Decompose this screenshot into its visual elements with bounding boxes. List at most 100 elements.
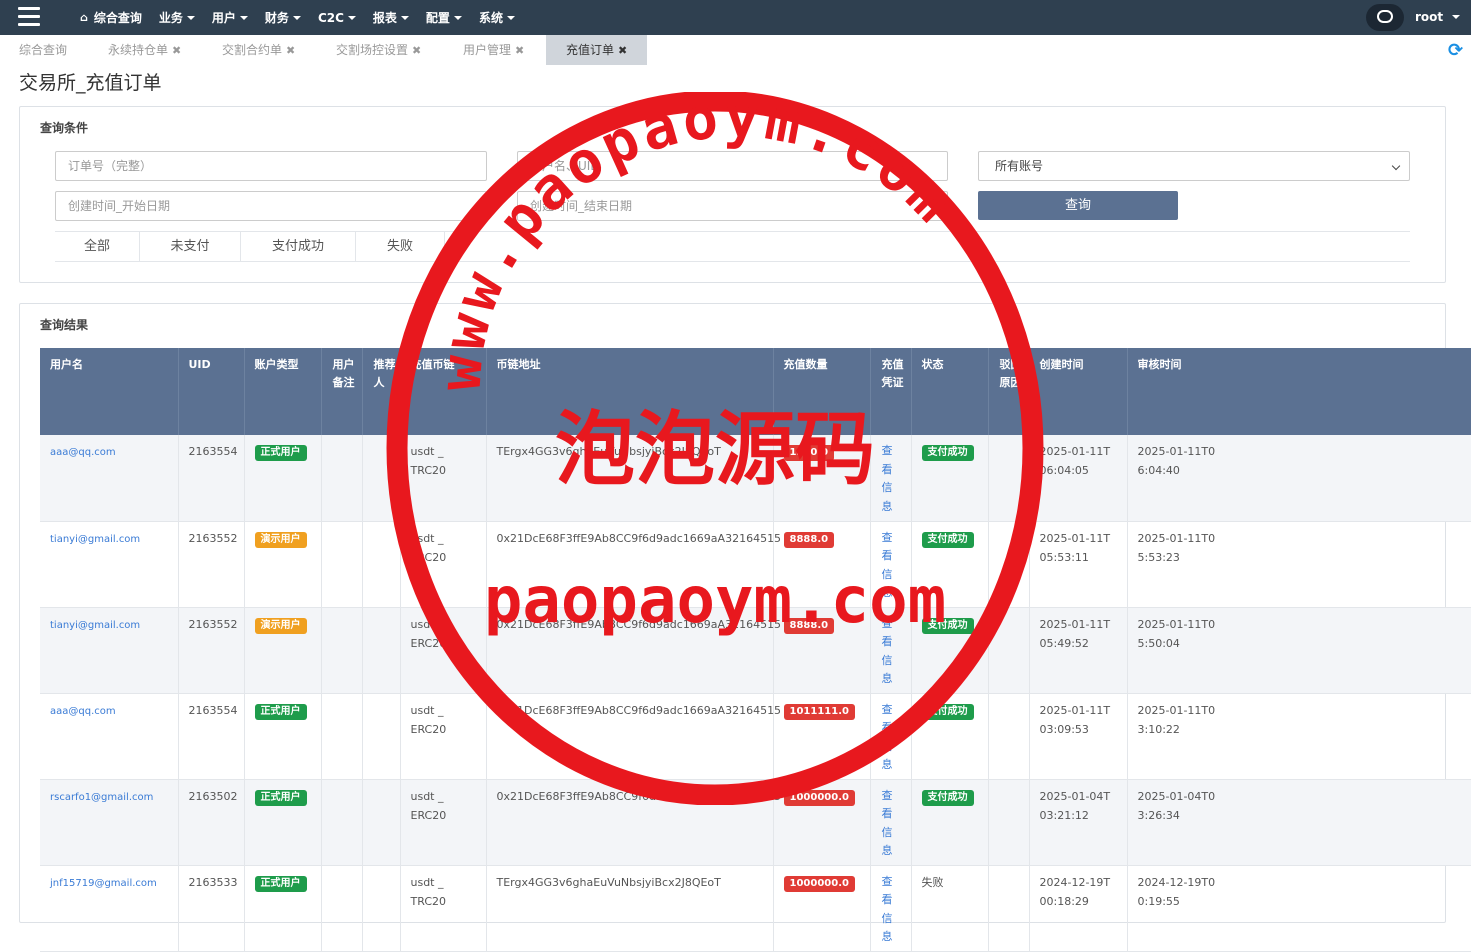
username-link[interactable]: jnf15719@gmail.com bbox=[50, 878, 157, 889]
cell-chain: usdt _ TRC20 bbox=[400, 865, 487, 952]
amount-badge: 1000000.0 bbox=[783, 789, 855, 806]
cell-reject-reason bbox=[988, 693, 1030, 780]
close-icon[interactable]: ✖ bbox=[618, 44, 627, 57]
filter-all[interactable]: 全部 bbox=[55, 232, 140, 262]
chain: usdt _ ERC20 bbox=[410, 789, 447, 822]
end-date-input[interactable]: 创建时间_结束日期 bbox=[517, 191, 948, 221]
menu-toggle-icon[interactable] bbox=[18, 7, 40, 27]
nav-item-4[interactable]: C2C bbox=[318, 11, 356, 25]
nav-item-5[interactable]: 报表 bbox=[373, 9, 409, 26]
nav-item-3[interactable]: 财务 bbox=[265, 9, 301, 26]
caret-down-icon bbox=[239, 15, 248, 20]
filter-unpaid[interactable]: 未支付 bbox=[140, 232, 241, 262]
nav-item-6[interactable]: 配置 bbox=[426, 9, 462, 26]
column-header: 推荐人 bbox=[362, 348, 401, 435]
nav-label: 系统 bbox=[478, 11, 503, 25]
status-badge: 支付成功 bbox=[921, 531, 974, 548]
cell-voucher: 查看信息 bbox=[870, 607, 912, 694]
amount-badge: 1011111.0 bbox=[783, 703, 855, 720]
tab-2[interactable]: 交割合约单 ✖ bbox=[202, 35, 316, 65]
cell-voucher: 查看信息 bbox=[870, 693, 912, 780]
cell-reject-reason bbox=[988, 779, 1030, 866]
chat-icon[interactable] bbox=[1366, 4, 1404, 31]
user-menu[interactable]: root bbox=[1415, 10, 1443, 24]
column-header: 充值币链 bbox=[400, 348, 487, 435]
start-date-input[interactable]: 创建时间_开始日期 bbox=[55, 191, 487, 221]
close-icon[interactable]: ✖ bbox=[412, 44, 421, 57]
cell-uid: 2163533 bbox=[178, 865, 245, 952]
view-voucher-link[interactable]: 查看信息 bbox=[882, 615, 894, 689]
nav-item-2[interactable]: 用户 bbox=[212, 9, 248, 26]
username-link[interactable]: tianyi@gmail.com bbox=[50, 620, 140, 631]
chain-address: 0x21DcE68F3ffE9Ab8CC9f6d9adc1669aA321645… bbox=[496, 703, 782, 717]
tab-3[interactable]: 交割场控设置 ✖ bbox=[316, 35, 443, 65]
tab-0[interactable]: 综合查询 bbox=[0, 35, 88, 65]
close-icon[interactable]: ✖ bbox=[172, 44, 181, 57]
cell-username: rscarfo1@gmail.com bbox=[40, 779, 179, 866]
cell-status: 支付成功 bbox=[911, 693, 989, 780]
audited-time: 2025-01-11T06:04:40 bbox=[1137, 445, 1216, 477]
view-voucher-link[interactable]: 查看信息 bbox=[882, 442, 894, 516]
username-link[interactable]: rscarfo1@gmail.com bbox=[50, 792, 153, 803]
cell-address: TErgx4GG3v6ghaEuVuNbsjyiBcx2J8QEoT bbox=[486, 435, 774, 522]
username-link[interactable]: aaa@qq.com bbox=[50, 706, 116, 717]
username-link[interactable]: tianyi@gmail.com bbox=[50, 534, 140, 545]
cell-remark bbox=[321, 779, 363, 866]
nav-item-1[interactable]: 业务 bbox=[159, 9, 195, 26]
cell-type: 正式用户 bbox=[244, 435, 322, 522]
cell-address: TErgx4GG3v6ghaEuVuNbsjyiBcx2J8QEoT bbox=[486, 865, 774, 952]
cell-uid: 2163552 bbox=[178, 521, 245, 608]
uid: 2163554 bbox=[188, 703, 238, 717]
cell-audited: 2025-01-11T05:53:23 bbox=[1127, 521, 1471, 608]
view-voucher-link[interactable]: 查看信息 bbox=[882, 873, 894, 947]
caret-down-icon bbox=[506, 15, 515, 20]
cell-type: 正式用户 bbox=[244, 865, 322, 952]
close-icon[interactable]: ✖ bbox=[286, 44, 295, 57]
view-voucher-link[interactable]: 查看信息 bbox=[882, 787, 894, 861]
cell-reject-reason bbox=[988, 435, 1030, 522]
cell-voucher: 查看信息 bbox=[870, 435, 912, 522]
table-row: aaa@qq.com 2163554 正式用户 usdt _ ERC20 0x21DcE… bbox=[40, 693, 1471, 780]
main-nav: ⌂ 综合查询 业务 用户 财务 C2C 报表 配置 系统 bbox=[80, 0, 532, 35]
refresh-icon[interactable]: ⟳ bbox=[1448, 40, 1463, 61]
tab-4[interactable]: 用户管理 ✖ bbox=[443, 35, 546, 65]
close-icon[interactable]: ✖ bbox=[515, 44, 524, 57]
view-voucher-link[interactable]: 查看信息 bbox=[882, 701, 894, 775]
audited-time: 2025-01-04T03:26:34 bbox=[1137, 789, 1216, 822]
order-no-input[interactable]: 订单号（完整） bbox=[55, 151, 487, 181]
tab-5[interactable]: 充值订单 ✖ bbox=[546, 35, 648, 65]
table-row: aaa@qq.com 2163554 正式用户 usdt _ TRC20 TErgx4G… bbox=[40, 435, 1471, 522]
results-panel-title: 查询结果 bbox=[40, 318, 89, 332]
nav-item-0[interactable]: ⌂ 综合查询 bbox=[80, 9, 142, 26]
nav-item-7[interactable]: 系统 bbox=[479, 9, 515, 26]
username-uid-input[interactable]: 用户名、UID bbox=[517, 151, 948, 181]
tab-label: 交割合约单 bbox=[222, 43, 283, 57]
chain-address: TErgx4GG3v6ghaEuVuNbsjyiBcx2J8QEoT bbox=[496, 875, 721, 889]
cell-voucher: 查看信息 bbox=[870, 865, 912, 952]
amount-badge: 8888.0 bbox=[783, 617, 835, 634]
account-type-badge: 正式用户 bbox=[254, 875, 307, 892]
filter-failed[interactable]: 失败 bbox=[356, 232, 445, 262]
tab-1[interactable]: 永续持仓单 ✖ bbox=[88, 35, 202, 65]
cell-referrer bbox=[362, 779, 401, 866]
uid: 2163533 bbox=[188, 875, 238, 889]
cell-status: 支付成功 bbox=[911, 435, 989, 522]
chain-address: 0x21DcE68F3ffE9Ab8CC9f6d9adc1669aA321645… bbox=[496, 531, 782, 545]
username-link[interactable]: aaa@qq.com bbox=[50, 447, 116, 458]
column-header: 用户备注 bbox=[321, 348, 363, 435]
view-voucher-link[interactable]: 查看信息 bbox=[882, 529, 894, 603]
cell-amount: 1000000.0 bbox=[773, 865, 871, 952]
column-header: 币链地址 bbox=[486, 348, 774, 435]
cell-created: 2025-01-11T06:04:05 bbox=[1029, 435, 1128, 522]
filter-paid[interactable]: 支付成功 bbox=[241, 232, 356, 262]
nav-label: 业务 bbox=[158, 11, 183, 25]
account-select[interactable]: 所有账号 bbox=[978, 151, 1410, 181]
created-time: 2025-01-11T05:53:11 bbox=[1039, 531, 1111, 564]
column-header: 账户类型 bbox=[244, 348, 322, 435]
cell-chain: usdt _ ERC20 bbox=[400, 779, 487, 866]
user-caret-icon[interactable] bbox=[1452, 15, 1460, 19]
tab-label: 永续持仓单 bbox=[108, 43, 169, 57]
query-button[interactable]: 查询 bbox=[978, 191, 1178, 220]
cell-reject-reason bbox=[988, 607, 1030, 694]
cell-username: tianyi@gmail.com bbox=[40, 607, 179, 694]
